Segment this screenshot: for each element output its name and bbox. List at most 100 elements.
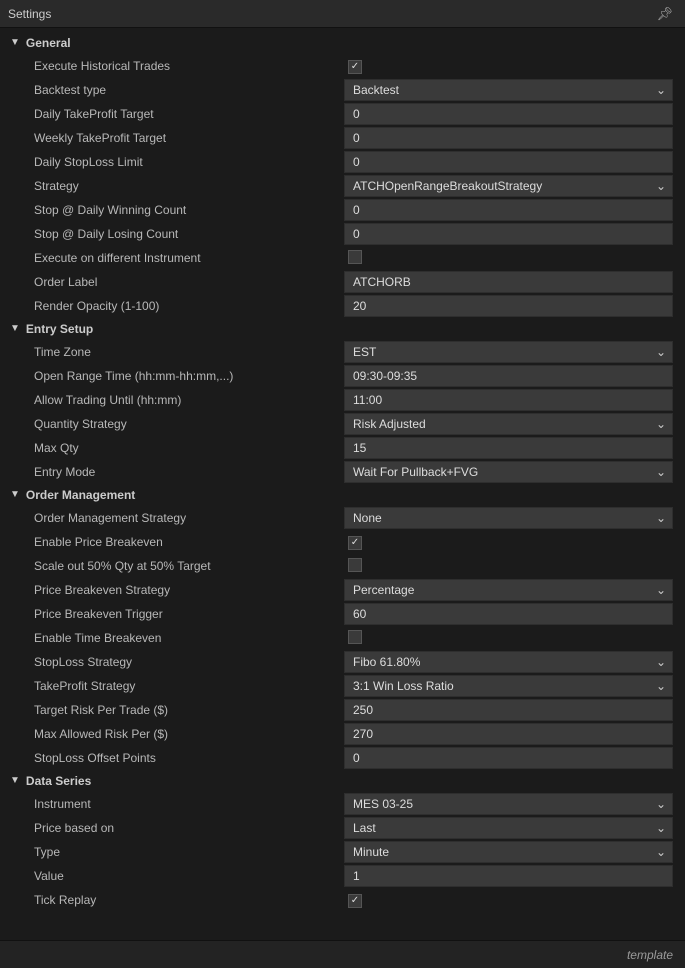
section-data-header[interactable]: ▼ Data Series [4,770,677,792]
label-max-risk: Max Allowed Risk Per ($) [4,727,344,741]
row-sl-strat: StopLoss Strategy Fibo 61.80%⌄ [4,650,677,674]
row-daily-sl: Daily StopLoss Limit [4,150,677,174]
input-max-risk[interactable] [344,723,673,745]
input-weekly-tp[interactable] [344,127,673,149]
chevron-down-icon: ▼ [10,775,20,786]
row-price-based: Price based on Last⌄ [4,816,677,840]
section-order-title: Order Management [26,488,135,502]
row-tick-replay: Tick Replay [4,888,677,912]
input-value[interactable] [344,865,673,887]
row-pb-strat: Price Breakeven Strategy Percentage⌄ [4,578,677,602]
label-stop-lose: Stop @ Daily Losing Count [4,227,344,241]
chevron-down-icon: ▼ [10,489,20,500]
select-pb-strat[interactable]: Percentage⌄ [344,579,673,601]
chevron-down-icon: ⌄ [656,655,666,669]
label-exec-hist: Execute Historical Trades [4,59,344,73]
input-max-qty[interactable] [344,437,673,459]
row-exec-diff: Execute on different Instrument [4,246,677,270]
settings-content: ▼ General Execute Historical Trades Back… [0,28,685,940]
row-order-label: Order Label [4,270,677,294]
select-entry-mode[interactable]: Wait For Pullback+FVG⌄ [344,461,673,483]
pin-icon[interactable]: 📌︎ [652,4,677,24]
label-instrument: Instrument [4,797,344,811]
select-qty-strat[interactable]: Risk Adjusted⌄ [344,413,673,435]
row-om-strat: Order Management Strategy None⌄ [4,506,677,530]
row-stop-lose: Stop @ Daily Losing Count [4,222,677,246]
chevron-down-icon: ⌄ [656,821,666,835]
row-tgt-risk: Target Risk Per Trade ($) [4,698,677,722]
row-ort: Open Range Time (hh:mm-hh:mm,...) [4,364,677,388]
label-pb-trig: Price Breakeven Trigger [4,607,344,621]
chevron-down-icon: ⌄ [656,679,666,693]
checkbox-tick-replay[interactable] [348,894,362,908]
input-ort[interactable] [344,365,673,387]
checkbox-en-tb[interactable] [348,630,362,644]
row-type: Type Minute⌄ [4,840,677,864]
label-scale: Scale out 50% Qty at 50% Target [4,559,344,573]
section-data-title: Data Series [26,774,91,788]
row-en-tb: Enable Time Breakeven [4,626,677,650]
label-qty-strat: Quantity Strategy [4,417,344,431]
template-link[interactable]: template [627,948,673,962]
row-scale: Scale out 50% Qty at 50% Target [4,554,677,578]
row-instrument: Instrument MES 03-25⌄ [4,792,677,816]
row-pb-trig: Price Breakeven Trigger [4,602,677,626]
row-weekly-tp: Weekly TakeProfit Target [4,126,677,150]
input-daily-sl[interactable] [344,151,673,173]
chevron-down-icon: ⌄ [656,845,666,859]
row-opacity: Render Opacity (1-100) [4,294,677,318]
row-max-risk: Max Allowed Risk Per ($) [4,722,677,746]
select-backtest-type[interactable]: Backtest⌄ [344,79,673,101]
label-type: Type [4,845,344,859]
label-value: Value [4,869,344,883]
checkbox-en-pb[interactable] [348,536,362,550]
label-daily-tp: Daily TakeProfit Target [4,107,344,121]
row-tz: Time Zone EST⌄ [4,340,677,364]
label-daily-sl: Daily StopLoss Limit [4,155,344,169]
label-tz: Time Zone [4,345,344,359]
label-strategy: Strategy [4,179,344,193]
label-sl-strat: StopLoss Strategy [4,655,344,669]
footer: template [0,940,685,968]
label-tgt-risk: Target Risk Per Trade ($) [4,703,344,717]
input-order-label[interactable] [344,271,673,293]
input-stop-lose[interactable] [344,223,673,245]
select-instrument[interactable]: MES 03-25⌄ [344,793,673,815]
select-tz[interactable]: EST⌄ [344,341,673,363]
chevron-down-icon: ⌄ [656,583,666,597]
section-entry-header[interactable]: ▼ Entry Setup [4,318,677,340]
label-tick-replay: Tick Replay [4,893,344,907]
chevron-down-icon: ⌄ [656,179,666,193]
input-stop-win[interactable] [344,199,673,221]
checkbox-exec-hist[interactable] [348,60,362,74]
select-price-based[interactable]: Last⌄ [344,817,673,839]
select-strategy[interactable]: ATCHOpenRangeBreakoutStrategy⌄ [344,175,673,197]
row-sl-off: StopLoss Offset Points [4,746,677,770]
section-order-header[interactable]: ▼ Order Management [4,484,677,506]
select-om-strat[interactable]: None⌄ [344,507,673,529]
input-sl-off[interactable] [344,747,673,769]
input-tgt-risk[interactable] [344,699,673,721]
row-en-pb: Enable Price Breakeven [4,530,677,554]
row-tp-strat: TakeProfit Strategy 3:1 Win Loss Ratio⌄ [4,674,677,698]
select-tp-strat[interactable]: 3:1 Win Loss Ratio⌄ [344,675,673,697]
label-exec-diff: Execute on different Instrument [4,251,344,265]
label-tp-strat: TakeProfit Strategy [4,679,344,693]
row-stop-win: Stop @ Daily Winning Count [4,198,677,222]
chevron-down-icon: ⌄ [656,417,666,431]
input-pb-trig[interactable] [344,603,673,625]
label-pb-strat: Price Breakeven Strategy [4,583,344,597]
checkbox-exec-diff[interactable] [348,250,362,264]
input-until[interactable] [344,389,673,411]
input-daily-tp[interactable] [344,103,673,125]
select-type[interactable]: Minute⌄ [344,841,673,863]
chevron-down-icon: ⌄ [656,511,666,525]
section-general-header[interactable]: ▼ General [4,32,677,54]
label-order-label: Order Label [4,275,344,289]
input-opacity[interactable] [344,295,673,317]
select-sl-strat[interactable]: Fibo 61.80%⌄ [344,651,673,673]
label-opacity: Render Opacity (1-100) [4,299,344,313]
label-price-based: Price based on [4,821,344,835]
row-exec-hist: Execute Historical Trades [4,54,677,78]
checkbox-scale[interactable] [348,558,362,572]
